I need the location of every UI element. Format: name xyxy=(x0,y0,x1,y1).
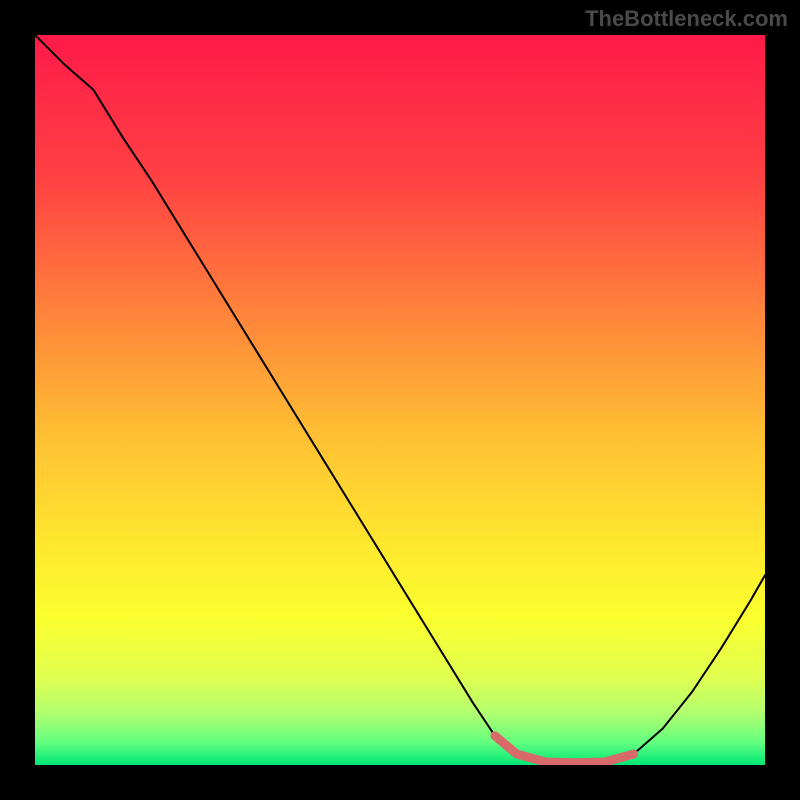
highlight-region xyxy=(495,736,634,763)
watermark-text: TheBottleneck.com xyxy=(585,6,788,32)
chart-container: TheBottleneck.com xyxy=(0,0,800,800)
curve-layer xyxy=(35,35,765,765)
bottleneck-curve xyxy=(35,35,765,763)
plot-area xyxy=(35,35,765,765)
